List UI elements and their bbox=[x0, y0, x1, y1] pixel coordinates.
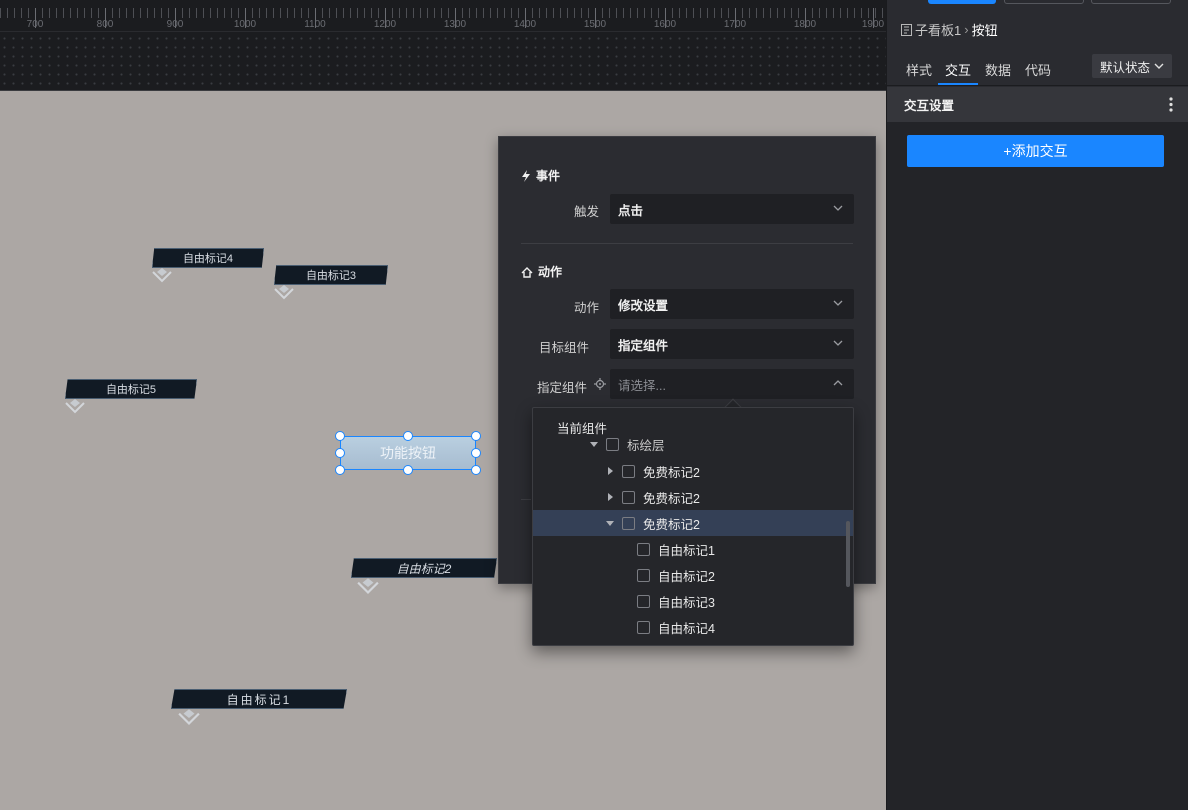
tree-item[interactable]: 免费标记2 bbox=[533, 458, 845, 484]
tree-item[interactable]: 免费标记2 bbox=[533, 484, 845, 510]
resize-handle[interactable] bbox=[403, 465, 413, 475]
tree-checkbox[interactable] bbox=[637, 542, 650, 556]
marker-label: 自由标记2 bbox=[351, 558, 497, 578]
resize-handle[interactable] bbox=[335, 465, 345, 475]
ruler-label: 1800 bbox=[793, 19, 817, 30]
diamond-pin-icon bbox=[152, 268, 172, 283]
caret-down-icon[interactable] bbox=[605, 518, 615, 528]
caret-down-icon[interactable] bbox=[589, 439, 599, 449]
ruler-label: 800 bbox=[96, 19, 114, 30]
resize-handle[interactable] bbox=[403, 431, 413, 441]
tree-checkbox[interactable] bbox=[622, 490, 635, 504]
chevron-down-icon bbox=[833, 300, 843, 306]
ruler-area: 700 800 900 1000 1100 1200 1300 1400 150… bbox=[0, 0, 886, 90]
tree-checkbox[interactable] bbox=[606, 437, 619, 451]
tree-checkbox[interactable] bbox=[637, 620, 650, 634]
tree-checkbox[interactable] bbox=[622, 464, 635, 478]
target-select[interactable]: 指定组件 bbox=[610, 329, 854, 359]
ruler-label: 1500 bbox=[583, 19, 607, 30]
locate-icon[interactable] bbox=[594, 378, 606, 390]
ruler-label: 1600 bbox=[653, 19, 677, 30]
marker-label: 自由标记5 bbox=[65, 379, 197, 399]
caret-right-icon[interactable] bbox=[605, 466, 615, 476]
ruler-label: 1000 bbox=[233, 19, 257, 30]
chevron-up-icon bbox=[833, 380, 843, 386]
interaction-settings-header: 交互设置 bbox=[887, 87, 1188, 122]
breadcrumb-parent[interactable]: 子看板1 bbox=[915, 20, 961, 39]
tree-checkbox[interactable] bbox=[637, 568, 650, 582]
tab-interaction[interactable]: 交互 bbox=[945, 60, 971, 79]
board-icon bbox=[901, 23, 912, 36]
resize-handle[interactable] bbox=[471, 465, 481, 475]
tree-child-item[interactable]: 自由标记4 bbox=[533, 614, 845, 640]
breadcrumb-current: 按钮 bbox=[971, 23, 998, 38]
tree-checkbox[interactable] bbox=[637, 594, 650, 608]
diamond-pin-icon bbox=[357, 578, 379, 595]
more-vertical-icon[interactable] bbox=[1169, 97, 1173, 112]
breadcrumb: 子看板1 › 按钮 bbox=[901, 20, 998, 39]
resize-handle[interactable] bbox=[471, 448, 481, 458]
tree-child-item[interactable]: 自由标记3 bbox=[533, 588, 845, 614]
properties-panel: 子看板1 › 按钮 样式 交互 数据 代码 默认状态 交互设置 +添加交互 bbox=[886, 0, 1188, 810]
ruler-label: 900 bbox=[166, 19, 184, 30]
tree-child-item[interactable]: 自由标记2 bbox=[533, 562, 845, 588]
resize-handle[interactable] bbox=[335, 448, 345, 458]
toolbar-button[interactable] bbox=[928, 0, 996, 4]
tab-data[interactable]: 数据 bbox=[985, 60, 1011, 79]
marker-2[interactable]: 自由标记2 bbox=[351, 558, 497, 603]
active-tab-indicator bbox=[938, 83, 978, 85]
diamond-pin-icon bbox=[178, 709, 200, 726]
lightning-icon bbox=[522, 169, 530, 182]
toolbar-button[interactable] bbox=[1004, 0, 1084, 4]
marker-3[interactable]: 自由标记3 bbox=[274, 265, 388, 308]
marker-label: 自由标记4 bbox=[152, 248, 264, 268]
target-label: 目标组件 bbox=[538, 341, 589, 355]
trigger-label: 触发 bbox=[573, 205, 599, 219]
event-section-title: 事件 bbox=[521, 167, 560, 184]
tree-checkbox[interactable] bbox=[622, 516, 635, 530]
horizontal-ruler: 700 800 900 1000 1100 1200 1300 1400 150… bbox=[0, 0, 886, 32]
component-tree-dropdown: 当前组件 标绘层 免费标记2 免费标记2 免费标记2 自由标记1 自由标记2 自… bbox=[532, 407, 854, 646]
action-label: 动作 bbox=[573, 301, 599, 315]
tree-child-item[interactable]: 自由标记1 bbox=[533, 536, 845, 562]
divider bbox=[521, 243, 853, 244]
tree-item-highlighted[interactable]: 免费标记2 bbox=[533, 510, 853, 536]
ruler-label: 1200 bbox=[373, 19, 397, 30]
component-picker[interactable]: 请选择... bbox=[610, 369, 854, 399]
marker-4[interactable]: 自由标记4 bbox=[152, 248, 264, 291]
divider bbox=[521, 499, 531, 500]
diamond-pin-icon bbox=[274, 285, 294, 300]
ruler-label: 1100 bbox=[304, 19, 326, 30]
action-select[interactable]: 修改设置 bbox=[610, 289, 854, 319]
ruler-label: 1300 bbox=[443, 19, 467, 30]
tree-item-layer[interactable]: 标绘层 bbox=[533, 433, 845, 455]
specified-label: 指定组件 bbox=[536, 381, 587, 395]
action-section-title: 动作 bbox=[521, 263, 562, 280]
ruler-label: 1700 bbox=[723, 19, 747, 30]
trigger-select[interactable]: 点击 bbox=[610, 194, 854, 224]
add-interaction-button[interactable]: +添加交互 bbox=[907, 135, 1164, 167]
chevron-down-icon bbox=[1154, 63, 1164, 69]
state-select[interactable]: 默认状态 bbox=[1092, 54, 1172, 78]
marker-label: 自由标记1 bbox=[171, 689, 347, 709]
tab-code[interactable]: 代码 bbox=[1025, 60, 1051, 79]
action-icon bbox=[521, 266, 533, 278]
resize-handle[interactable] bbox=[335, 431, 345, 441]
resize-handle[interactable] bbox=[471, 431, 481, 441]
tab-style[interactable]: 样式 bbox=[906, 60, 932, 79]
ruler-label: 1400 bbox=[513, 19, 537, 30]
breadcrumb-separator: › bbox=[964, 22, 969, 37]
marker-1[interactable]: 自由标记1 bbox=[171, 689, 347, 734]
toolbar-button[interactable] bbox=[1091, 0, 1171, 4]
tree-scrollbar[interactable] bbox=[846, 521, 850, 587]
marker-5[interactable]: 自由标记5 bbox=[65, 379, 197, 422]
chevron-down-icon bbox=[833, 205, 843, 211]
ruler-label: 1900 bbox=[861, 19, 885, 30]
caret-right-icon[interactable] bbox=[605, 492, 615, 502]
ruler-label: 700 bbox=[26, 19, 44, 30]
interaction-list bbox=[887, 122, 1188, 810]
marker-label: 自由标记3 bbox=[274, 265, 388, 285]
chevron-down-icon bbox=[833, 340, 843, 346]
diamond-pin-icon bbox=[65, 399, 85, 414]
